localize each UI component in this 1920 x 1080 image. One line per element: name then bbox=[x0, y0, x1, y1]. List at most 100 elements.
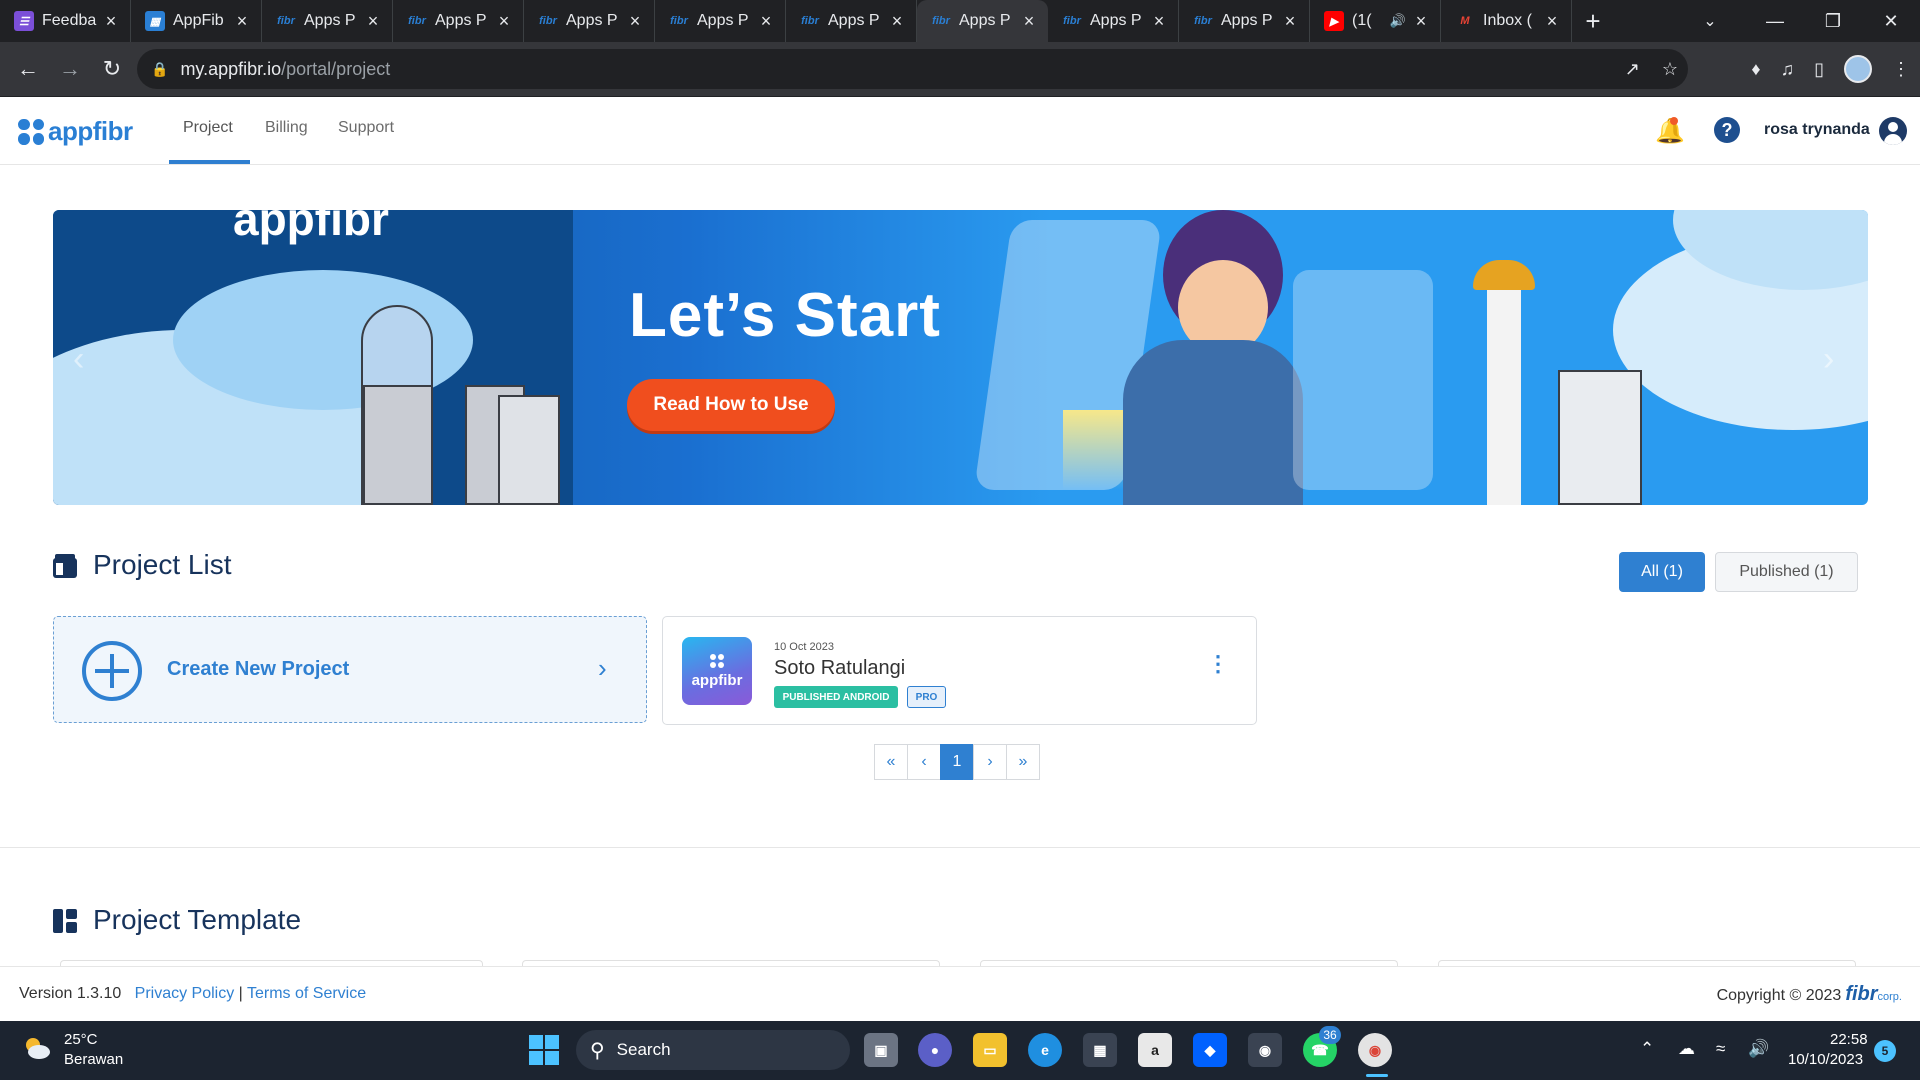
new-tab-button[interactable]: + bbox=[1572, 0, 1614, 42]
create-new-project-card[interactable]: Create New Project › bbox=[53, 616, 647, 723]
show-hidden-icons-chevron-icon[interactable]: ⌃ bbox=[1640, 1039, 1654, 1059]
browser-tab[interactable]: ▦ AppFib × bbox=[131, 0, 262, 42]
banner-next-arrow[interactable]: › bbox=[1823, 340, 1834, 379]
share-icon[interactable]: ↗ bbox=[1625, 59, 1640, 80]
extension-area: ♦ ♫ ▯ ⋮ bbox=[1751, 49, 1910, 89]
browser-tab[interactable]: ☰ Feedba × bbox=[0, 0, 131, 42]
nav-support[interactable]: Support bbox=[338, 119, 394, 137]
browser-tab[interactable]: fibr Apps P × bbox=[786, 0, 917, 42]
tab-close-icon[interactable]: × bbox=[1150, 11, 1168, 31]
window-controls: — ❐ ✕ bbox=[1746, 0, 1920, 42]
reload-button[interactable]: ↻ bbox=[92, 49, 132, 89]
teams-chat-icon[interactable]: ● bbox=[918, 1033, 952, 1067]
file-explorer-icon[interactable]: ▭ bbox=[973, 1033, 1007, 1067]
pagination: « ‹ 1 › » bbox=[874, 744, 1040, 780]
dropbox-icon[interactable]: ◆ bbox=[1193, 1033, 1227, 1067]
browser-tab[interactable]: fibr Apps P × bbox=[524, 0, 655, 42]
chrome-icon[interactable]: ◉ bbox=[1358, 1033, 1392, 1067]
filter-published-button[interactable]: Published (1) bbox=[1715, 552, 1858, 592]
side-panel-icon[interactable]: ▯ bbox=[1814, 59, 1824, 80]
media-control-icon[interactable]: ♫ bbox=[1781, 59, 1795, 80]
tab-close-icon[interactable]: × bbox=[888, 11, 906, 31]
read-how-to-use-button[interactable]: Read How to Use bbox=[627, 379, 835, 431]
tab-title: Apps P bbox=[828, 12, 880, 29]
tab-close-icon[interactable]: × bbox=[364, 11, 382, 31]
restore-button[interactable]: ❐ bbox=[1804, 0, 1862, 42]
extensions-puzzle-icon[interactable]: ♦ bbox=[1751, 59, 1760, 80]
task-view-icon[interactable]: ▣ bbox=[864, 1033, 898, 1067]
fibr-icon: fibr bbox=[670, 15, 688, 27]
terms-of-service-link[interactable]: Terms of Service bbox=[247, 985, 366, 1002]
minimize-button[interactable]: — bbox=[1746, 0, 1804, 42]
first-page-button[interactable]: « bbox=[874, 744, 908, 780]
user-avatar-icon[interactable] bbox=[1879, 117, 1907, 145]
tab-audio-icon[interactable]: 🔊 bbox=[1390, 13, 1406, 29]
prev-page-button[interactable]: ‹ bbox=[907, 744, 941, 780]
profile-avatar[interactable] bbox=[1844, 55, 1872, 83]
browser-tab[interactable]: ▶ (1(🔊 × bbox=[1310, 0, 1441, 42]
nav-project[interactable]: Project bbox=[183, 119, 233, 137]
browser-tab[interactable]: M Inbox (× bbox=[1441, 0, 1572, 42]
tab-close-icon[interactable]: × bbox=[495, 11, 513, 31]
notification-count-badge[interactable]: 5 bbox=[1874, 1040, 1896, 1062]
plus-circle-icon bbox=[82, 641, 142, 701]
forward-button[interactable]: → bbox=[50, 49, 90, 89]
more-options-icon[interactable]: ⋮ bbox=[1207, 651, 1229, 677]
browser-tab[interactable]: fibr Apps P × bbox=[1179, 0, 1310, 42]
tab-close-icon[interactable]: × bbox=[102, 11, 120, 31]
taskbar-search[interactable]: ⚲ Search bbox=[576, 1030, 850, 1070]
tab-close-icon[interactable]: × bbox=[233, 11, 251, 31]
wifi-icon[interactable]: ≈ bbox=[1716, 1039, 1725, 1059]
help-icon[interactable]: ? bbox=[1714, 117, 1740, 143]
browser-tab[interactable]: fibr Apps P × bbox=[262, 0, 393, 42]
browser-tab[interactable]: fibr Apps P × bbox=[1048, 0, 1179, 42]
next-page-button[interactable]: › bbox=[973, 744, 1007, 780]
fibr-icon: fibr bbox=[539, 15, 557, 27]
weather-cloudy-icon[interactable] bbox=[22, 1033, 52, 1063]
back-button[interactable]: ← bbox=[8, 49, 48, 89]
microsoft-store-icon[interactable]: ▦ bbox=[1083, 1033, 1117, 1067]
mouse-app-icon[interactable]: ◉ bbox=[1248, 1033, 1282, 1067]
tab-title: Inbox ( bbox=[1483, 12, 1532, 29]
chrome-menu-icon[interactable]: ⋮ bbox=[1892, 59, 1910, 80]
tab-close-icon[interactable]: × bbox=[1412, 11, 1430, 31]
project-card[interactable]: appfibr 10 Oct 2023 Soto Ratulangi PUBLI… bbox=[662, 616, 1257, 725]
lock-icon: 🔒 bbox=[151, 60, 169, 77]
bookmark-star-icon[interactable]: ☆ bbox=[1662, 59, 1678, 80]
search-icon: ⚲ bbox=[590, 1039, 605, 1062]
nav-billing[interactable]: Billing bbox=[265, 119, 308, 137]
last-page-button[interactable]: » bbox=[1006, 744, 1040, 780]
url-host: my.appfibr.io bbox=[180, 58, 282, 79]
address-bar[interactable]: 🔒 my.appfibr.io/portal/project ↗ ☆ bbox=[137, 49, 1688, 89]
pro-badge: PRO bbox=[907, 686, 946, 708]
project-list-title: Project List bbox=[53, 549, 232, 581]
close-window-button[interactable]: ✕ bbox=[1862, 0, 1920, 42]
browser-tab[interactable]: fibr Apps P × bbox=[917, 0, 1048, 42]
tab-search-chevron-icon[interactable]: ⌄ bbox=[1690, 0, 1730, 42]
page-number-button[interactable]: 1 bbox=[940, 744, 974, 780]
filter-all-button[interactable]: All (1) bbox=[1619, 552, 1705, 592]
edge-browser-icon[interactable]: e bbox=[1028, 1033, 1062, 1067]
tab-close-icon[interactable]: × bbox=[757, 11, 775, 31]
tab-title: Apps P bbox=[1221, 12, 1273, 29]
privacy-policy-link[interactable]: Privacy Policy bbox=[135, 985, 235, 1002]
tab-close-icon[interactable]: × bbox=[626, 11, 644, 31]
onedrive-icon[interactable]: ☁ bbox=[1678, 1039, 1695, 1059]
appfibr-logo[interactable]: appfibr bbox=[18, 116, 133, 147]
browser-tab[interactable]: fibr Apps P × bbox=[393, 0, 524, 42]
logo-dots-icon bbox=[18, 118, 44, 145]
clock-date[interactable]: 10/10/2023 bbox=[1788, 1051, 1863, 1068]
banner-prev-arrow[interactable]: ‹ bbox=[73, 340, 84, 379]
clock-time[interactable]: 22:58 bbox=[1830, 1031, 1868, 1048]
tab-close-icon[interactable]: × bbox=[1020, 11, 1038, 31]
tab-close-icon[interactable]: × bbox=[1281, 11, 1299, 31]
tab-close-icon[interactable]: × bbox=[1543, 11, 1561, 31]
volume-icon[interactable]: 🔊 bbox=[1748, 1039, 1769, 1059]
windows-start-icon[interactable] bbox=[529, 1035, 559, 1065]
amazon-icon[interactable]: a bbox=[1138, 1033, 1172, 1067]
user-name[interactable]: rosa trynanda bbox=[1764, 121, 1870, 139]
browser-tab[interactable]: fibr Apps P × bbox=[655, 0, 786, 42]
appfibr-grid-icon: ▦ bbox=[145, 11, 165, 31]
hero-banner[interactable]: appfibr Let’s Start Read How to Use ‹ › bbox=[53, 210, 1868, 505]
chevron-right-icon: › bbox=[598, 653, 607, 683]
